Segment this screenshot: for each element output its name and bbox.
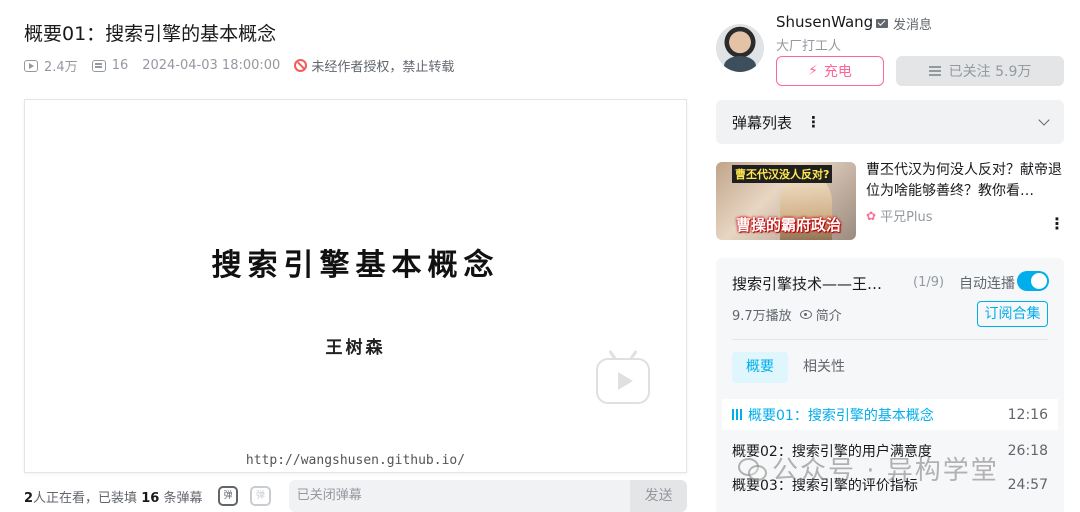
uploader-description: 大厂打工人 bbox=[776, 39, 842, 54]
tab-overview[interactable]: 概要 bbox=[732, 352, 788, 383]
tab-relevance[interactable]: 相关性 bbox=[796, 352, 852, 383]
danmaku-list-label: 弹幕列表 bbox=[732, 113, 793, 132]
lightning-icon: ⚡ bbox=[808, 63, 818, 79]
episode-title: 概要01：搜索引擎的基本概念 bbox=[748, 407, 934, 424]
recommended-video-title[interactable]: 曹丕代汉为何没人反对？献帝退位为啥能够善终？教你看… bbox=[866, 160, 1062, 202]
slide-author: 王树森 bbox=[325, 338, 386, 358]
follow-button[interactable]: 已关注 5.9万 bbox=[896, 56, 1064, 86]
publish-datetime: 2024-04-03 18:00:00 bbox=[142, 58, 281, 73]
now-playing-icon bbox=[732, 409, 742, 420]
uploader-name[interactable]: ShusenWang bbox=[776, 13, 873, 31]
send-message-label: 发消息 bbox=[893, 18, 933, 33]
autoplay-toggle[interactable] bbox=[1017, 271, 1049, 291]
episode-duration: 12:16 bbox=[1007, 406, 1048, 423]
danmaku-bar: 2人正在看，已装填 16 条弹幕 弹 弹 已关闭弹幕 发送 bbox=[24, 480, 687, 512]
divider bbox=[732, 339, 1048, 340]
danmaku-stat: 16 bbox=[91, 58, 129, 73]
play-button-icon[interactable] bbox=[596, 358, 650, 404]
danmaku-list-toggle[interactable]: 弹幕列表 ⋮ bbox=[716, 100, 1064, 144]
danmaku-count: 16 bbox=[111, 58, 129, 73]
charge-button[interactable]: ⚡ 充电 bbox=[776, 56, 884, 86]
subscribe-collection-button[interactable]: 订阅合集 bbox=[977, 301, 1048, 327]
episode-duration: 26:18 bbox=[1007, 442, 1048, 459]
danmaku-settings-icon[interactable]: 弹 bbox=[250, 486, 271, 506]
collection-count: (1/9) bbox=[913, 275, 945, 290]
play-count-icon bbox=[24, 59, 38, 72]
watermark: 公众号 · 异构学堂 bbox=[738, 450, 999, 487]
danmaku-toggle-icon[interactable]: 弹 bbox=[217, 486, 239, 506]
copyright-text: 未经作者授权，禁止转载 bbox=[311, 60, 455, 75]
collection-plays: 9.7万播放 bbox=[732, 309, 792, 324]
eye-icon bbox=[799, 310, 812, 319]
episode-item[interactable]: 概要01：搜索引擎的基本概念 12:16 bbox=[722, 399, 1058, 430]
recommended-author-name: 平兄Plus bbox=[880, 210, 933, 225]
recommended-video-author[interactable]: ✿ 平兄Plus bbox=[866, 206, 933, 226]
views-count: 2.4万 bbox=[44, 60, 78, 75]
intro-link[interactable]: 简介 bbox=[816, 305, 842, 324]
uploader-icon: ✿ bbox=[866, 208, 877, 223]
chevron-down-icon[interactable] bbox=[1038, 114, 1050, 126]
send-message-link[interactable]: 发消息 bbox=[876, 14, 932, 33]
recommended-video-thumbnail[interactable]: 曹丕代汉没人反对? 曹操的霸府政治 bbox=[716, 162, 856, 240]
slide-url: http://wangshusen.github.io/ bbox=[245, 453, 466, 468]
thumbnail-caption-bottom: 曹操的霸府政治 bbox=[736, 216, 842, 234]
no-repost-icon bbox=[294, 59, 308, 72]
thumbnail-caption-top: 曹丕代汉没人反对? bbox=[732, 165, 833, 183]
more-options-icon[interactable]: ⋮ bbox=[806, 113, 821, 131]
follow-label: 已关注 5.9万 bbox=[948, 64, 1032, 80]
views-stat: 2.4万 bbox=[24, 56, 78, 75]
avatar[interactable] bbox=[716, 24, 764, 72]
charge-label: 充电 bbox=[823, 64, 852, 80]
watching-status: 2人正在看，已装填 16 条弹幕 bbox=[24, 490, 203, 506]
video-meta: 2.4万 16 2024-04-03 18:00:00 未经作者授权，禁止转载 bbox=[24, 56, 454, 75]
send-button[interactable]: 发送 bbox=[630, 480, 687, 512]
danmaku-icon bbox=[91, 59, 106, 72]
video-title: 概要01：搜索引擎的基本概念 bbox=[24, 23, 277, 45]
collection-title[interactable]: 搜索引擎技术——王… bbox=[732, 273, 882, 294]
danmaku-input[interactable]: 已关闭弹幕 bbox=[288, 480, 631, 512]
copyright-notice: 未经作者授权，禁止转载 bbox=[294, 56, 454, 75]
video-player[interactable]: 搜索引擎基本概念 王树森 http://wangshusen.github.io… bbox=[24, 99, 687, 473]
menu-icon bbox=[928, 70, 941, 72]
more-options-icon[interactable]: ⋮ bbox=[1049, 216, 1065, 232]
episode-duration: 24:57 bbox=[1007, 476, 1048, 493]
mail-icon bbox=[876, 19, 888, 28]
autoplay-label: 自动连播 bbox=[959, 276, 1015, 292]
watermark-text: 公众号 · 异构学堂 bbox=[772, 456, 999, 486]
slide-title: 搜索引擎基本概念 bbox=[211, 248, 500, 283]
wechat-icon bbox=[738, 457, 767, 481]
collection-stats: 9.7万播放 简介 bbox=[732, 305, 842, 324]
